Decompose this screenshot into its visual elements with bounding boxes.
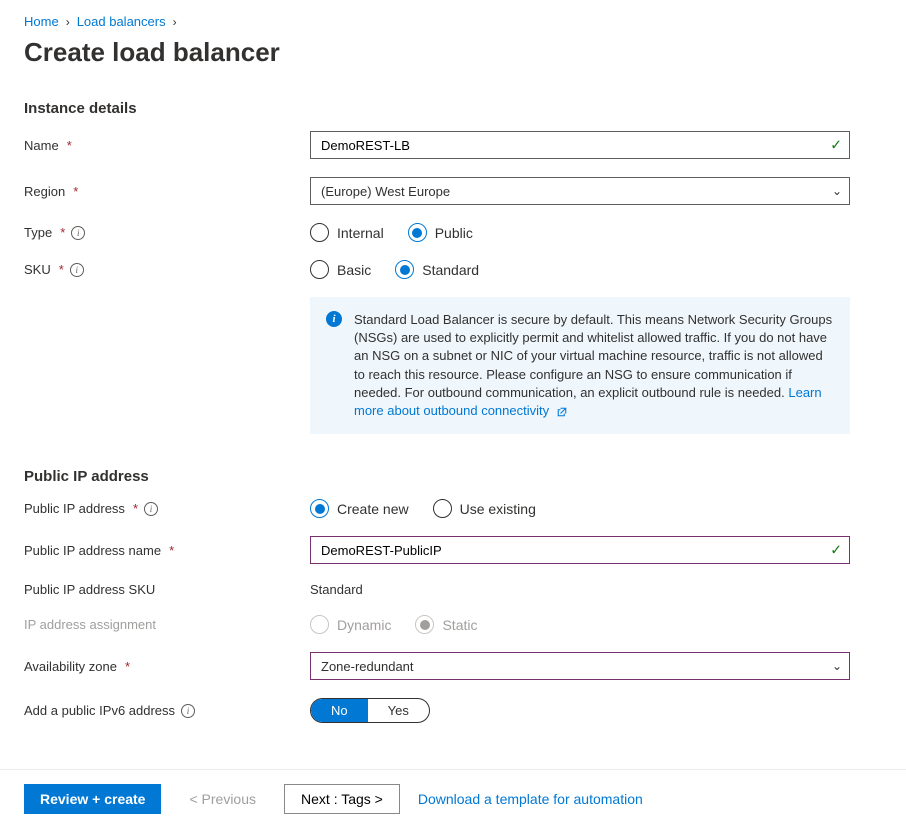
ipv6-no[interactable]: No: [311, 699, 368, 722]
type-label: Type* i: [24, 225, 310, 240]
pip-create-new-radio[interactable]: Create new: [310, 499, 409, 518]
external-link-icon: [556, 406, 568, 418]
breadcrumb: Home › Load balancers ›: [24, 14, 882, 29]
availability-zone-select[interactable]: Zone-redundant: [310, 652, 850, 680]
sku-info-message: i Standard Load Balancer is secure by de…: [310, 297, 850, 434]
wizard-footer: Review + create < Previous Next : Tags >…: [0, 769, 906, 828]
ipv6-label: Add a public IPv6 address i: [24, 703, 310, 718]
assign-static-radio: Static: [415, 615, 477, 634]
public-ip-sku-value: Standard: [310, 582, 850, 597]
info-icon[interactable]: i: [71, 226, 85, 240]
info-icon[interactable]: i: [181, 704, 195, 718]
assign-dynamic-radio: Dynamic: [310, 615, 391, 634]
type-internal-radio[interactable]: Internal: [310, 223, 384, 242]
name-label: Name*: [24, 138, 310, 153]
page-title: Create load balancer: [24, 37, 882, 68]
review-create-button[interactable]: Review + create: [24, 784, 161, 814]
type-public-radio[interactable]: Public: [408, 223, 473, 242]
public-ip-sku-label: Public IP address SKU: [24, 582, 310, 597]
name-input[interactable]: [310, 131, 850, 159]
ipv6-toggle[interactable]: No Yes: [310, 698, 430, 723]
region-label: Region*: [24, 184, 310, 199]
chevron-right-icon: ›: [66, 15, 70, 29]
info-icon[interactable]: i: [144, 502, 158, 516]
availability-zone-label: Availability zone*: [24, 659, 310, 674]
info-icon: i: [326, 311, 342, 327]
info-icon[interactable]: i: [70, 263, 84, 277]
breadcrumb-load-balancers[interactable]: Load balancers: [77, 14, 166, 29]
ip-assignment-label: IP address assignment: [24, 617, 310, 632]
sku-label: SKU* i: [24, 262, 310, 277]
region-select[interactable]: (Europe) West Europe: [310, 177, 850, 205]
info-message-text: Standard Load Balancer is secure by defa…: [354, 312, 832, 400]
public-ip-heading: Public IP address: [24, 468, 882, 485]
instance-details-heading: Instance details: [24, 100, 882, 117]
previous-button: < Previous: [179, 784, 266, 814]
checkmark-icon: ✓: [830, 137, 842, 154]
ipv6-yes[interactable]: Yes: [368, 699, 429, 722]
sku-basic-radio[interactable]: Basic: [310, 260, 371, 279]
checkmark-icon: ✓: [830, 542, 842, 559]
download-template-link[interactable]: Download a template for automation: [418, 791, 643, 807]
breadcrumb-home[interactable]: Home: [24, 14, 59, 29]
sku-standard-radio[interactable]: Standard: [395, 260, 479, 279]
pip-use-existing-radio[interactable]: Use existing: [433, 499, 536, 518]
chevron-right-icon: ›: [173, 15, 177, 29]
public-ip-name-input[interactable]: [310, 536, 850, 564]
public-ip-label: Public IP address* i: [24, 501, 310, 516]
public-ip-name-label: Public IP address name*: [24, 543, 310, 558]
next-tags-button[interactable]: Next : Tags >: [284, 784, 400, 814]
